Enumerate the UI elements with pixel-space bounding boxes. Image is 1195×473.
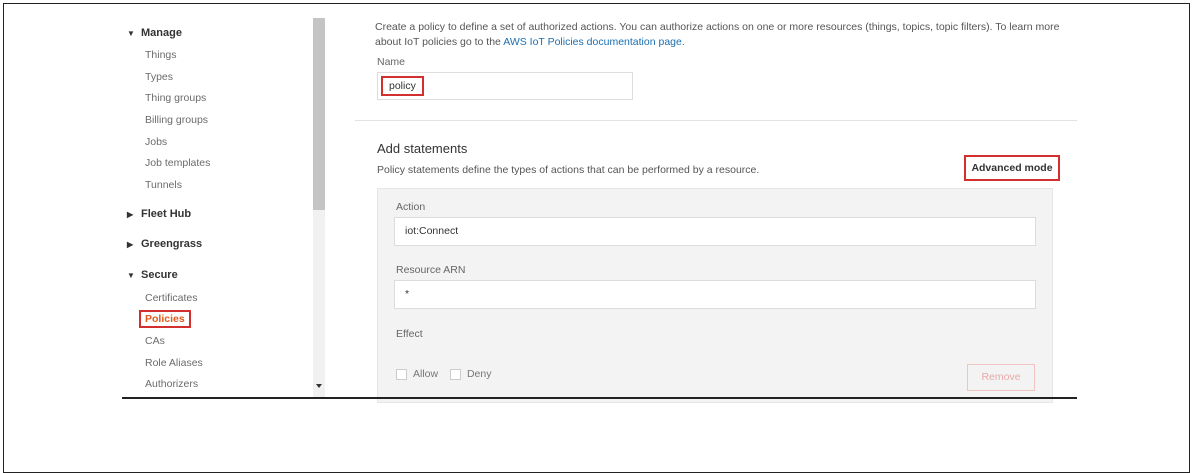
policy-name-input[interactable]: policy [377,72,633,100]
sidebar-item-types[interactable]: Types [145,71,173,83]
caret-down-icon: ▼ [127,29,135,38]
allow-label: Allow [413,368,439,380]
policy-name-value: policy [381,76,424,96]
deny-label: Deny [466,368,492,380]
effect-label: Effect [396,328,423,340]
nav-section-manage[interactable]: ▼ Manage [127,27,182,39]
iot-policies-docs-link[interactable]: AWS IoT Policies documentation page [503,36,682,48]
name-label: Name [377,56,406,68]
add-statements-heading: Add statements [377,141,468,156]
sidebar-item-billing-groups[interactable]: Billing groups [145,114,208,126]
allow-checkbox[interactable] [396,368,407,380]
nav-section-secure[interactable]: ▼ Secure [127,269,178,281]
resource-arn-input[interactable]: * [394,280,1036,309]
sidebar-item-job-templates[interactable]: Job templates [145,157,210,169]
section-divider [355,120,1077,121]
sidebar-item-policies[interactable]: Policies [139,310,191,328]
action-input[interactable]: iot:Connect [394,217,1036,246]
statement-panel: Action iot:Connect Resource ARN * Effect… [377,188,1053,403]
sidebar-item-cas[interactable]: CAs [145,335,165,347]
effect-options: Allow Deny [396,368,491,380]
resource-arn-label: Resource ARN [396,264,466,276]
bottom-rule [122,397,1077,399]
scrollbar-thumb[interactable] [313,18,325,210]
deny-checkbox[interactable] [449,368,461,380]
sidebar-item-certificates[interactable]: Certificates [145,292,198,304]
sidebar-item-jobs[interactable]: Jobs [145,136,167,148]
caret-right-icon: ▶ [127,240,134,249]
add-statements-description: Policy statements define the types of ac… [377,164,760,176]
nav-section-fleet-hub[interactable]: ▶ Fleet Hub [127,208,191,220]
sidebar: ▼ Manage Things Types Thing groups Billin… [125,18,315,398]
create-policy-form: Create a policy to define a set of autho… [355,18,1077,403]
sidebar-item-tunnels[interactable]: Tunnels [145,179,182,191]
advanced-mode-button[interactable]: Advanced mode [964,155,1060,181]
scroll-down-arrow-icon[interactable] [316,384,322,388]
caret-down-icon: ▼ [127,271,135,280]
caret-right-icon: ▶ [127,210,134,219]
sidebar-item-thing-groups[interactable]: Thing groups [145,92,206,104]
sidebar-item-role-aliases[interactable]: Role Aliases [145,357,203,369]
sidebar-scrollbar[interactable] [313,18,325,398]
nav-section-greengrass[interactable]: ▶ Greengrass [127,238,202,250]
intro-text: Create a policy to define a set of autho… [375,21,1060,48]
action-label: Action [396,201,426,213]
remove-statement-button[interactable]: Remove [967,364,1035,391]
sidebar-item-authorizers[interactable]: Authorizers [145,378,198,390]
sidebar-item-things[interactable]: Things [145,49,177,61]
